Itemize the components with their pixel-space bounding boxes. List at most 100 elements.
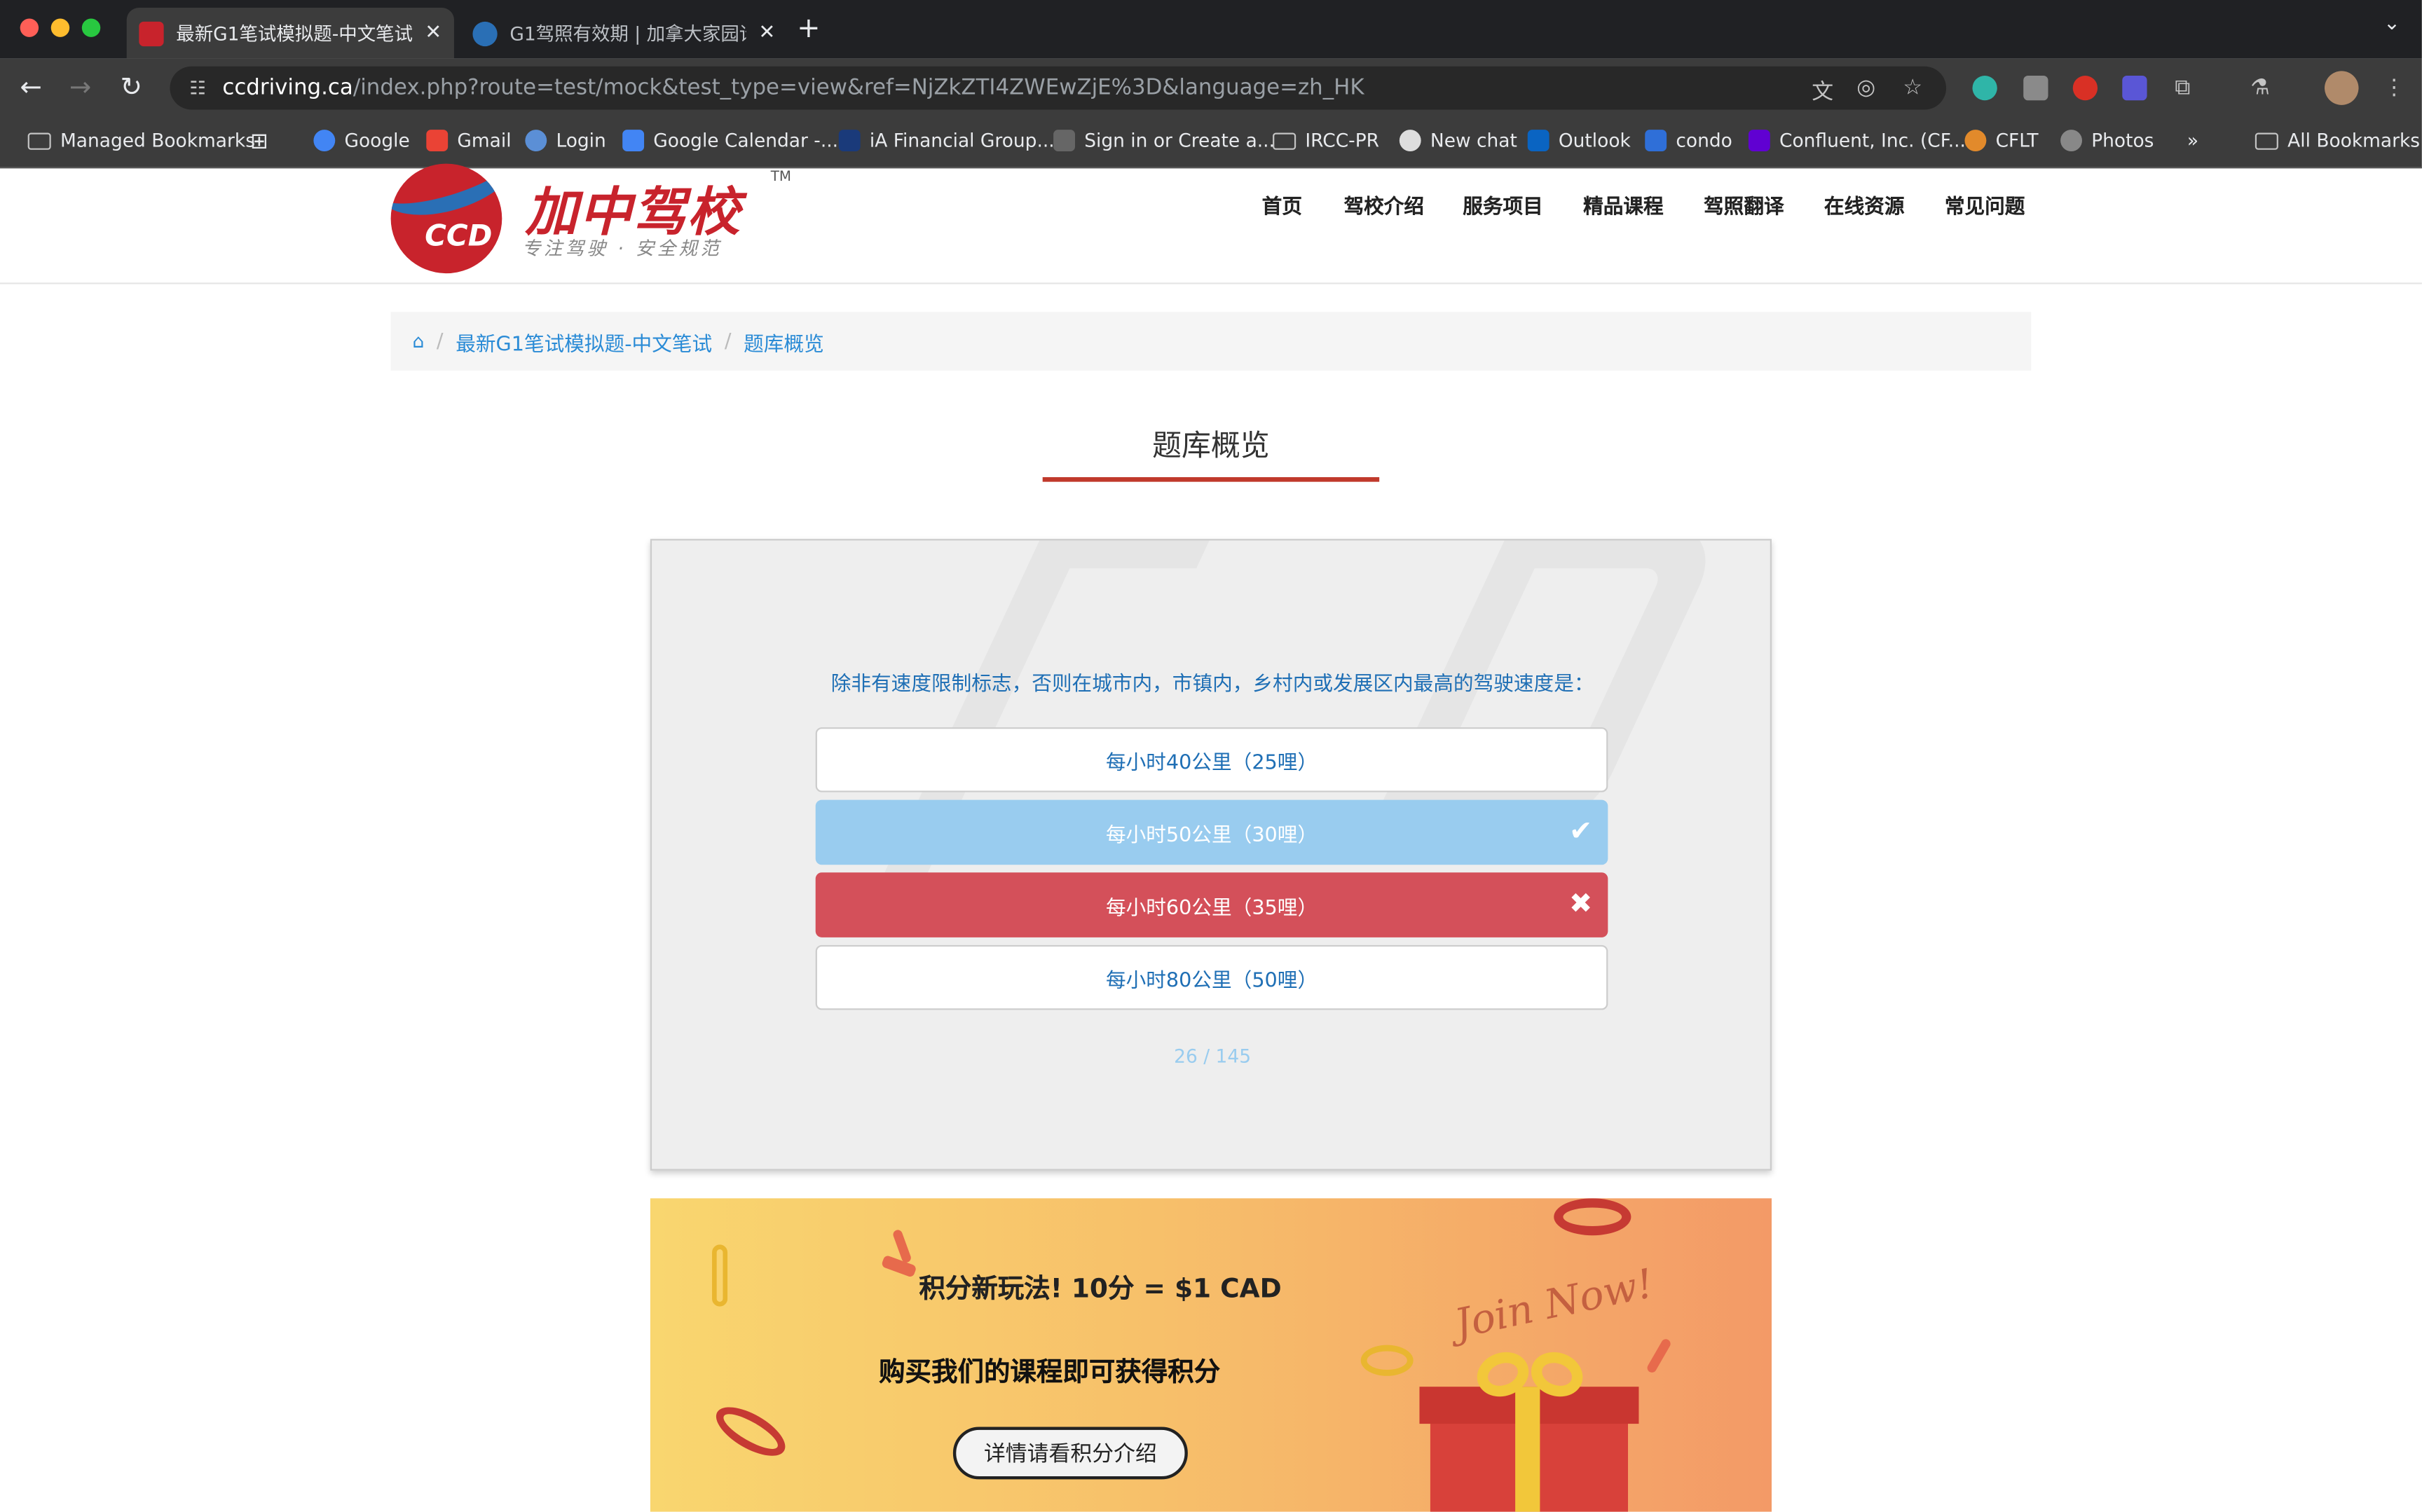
question-card: 除非有速度限制标志，否则在城市内，市镇内，乡村内或发展区内最高的驾驶速度是： 每… [650,539,1772,1171]
browser-menu-icon[interactable]: ⋮ [2383,76,2405,100]
grammar-extension-icon[interactable] [2122,75,2147,101]
camera-extension-icon[interactable] [2023,75,2048,101]
close-tab-icon[interactable]: ✕ [425,22,442,45]
confetti [880,1254,917,1278]
site-info-icon[interactable]: ☷ [185,76,210,100]
points-promo-banner[interactable]: 积分新玩法! 10分 = $1 CAD 购买我们的课程即可获得积分 详情请看积分… [650,1198,1772,1512]
forum-favicon-icon [472,20,498,46]
forward-icon[interactable]: → [65,73,96,104]
labs-flask-icon[interactable]: ⚗ [2250,76,2270,100]
bookmark-calendar[interactable]: Google Calendar -... [622,130,838,151]
extension-m-icon[interactable] [1972,75,1997,101]
answer-option-2-correct[interactable]: 每小时50公里（30哩） ✔ [815,799,1608,865]
bookmark-google[interactable]: Google [313,130,410,151]
breadcrumb-test[interactable]: 最新G1笔试模拟题-中文笔试 [456,327,712,356]
tab-strip: 最新G1笔试模拟题-中文笔试-- ✕ G1驾照有效期 | 加拿大家园论坛 ✕ +… [0,0,2422,59]
bookmark-login[interactable]: Login [525,130,606,151]
translate-icon[interactable]: 文 [1812,76,1833,106]
bookmark-managed[interactable]: Managed Bookmarks [27,130,255,151]
nav-about[interactable]: 驾校介绍 [1343,190,1424,219]
extensions-puzzle-icon[interactable]: ⧉ [2175,76,2190,100]
chat-icon [1399,130,1421,151]
bookmark-photos[interactable]: Photos [2060,130,2154,151]
adblock-extension-icon[interactable] [2072,75,2098,101]
back-icon[interactable]: ← [15,73,46,104]
ccd-logo[interactable]: CCD [390,163,502,274]
points-details-button[interactable]: 详情请看积分介绍 [952,1427,1188,1480]
login-icon [525,130,547,151]
home-icon[interactable]: ⌂ [412,331,424,352]
bookmark-confluent[interactable]: Confluent, Inc. (CF... [1748,130,1966,151]
yahoo-icon [1748,130,1770,151]
bookmark-ircc[interactable]: IRCC-PR [1273,130,1379,151]
tab-title: G1驾照有效期 | 加拿大家园论坛 [509,23,746,45]
confetti [1554,1198,1631,1236]
tab-inactive[interactable]: G1驾照有效期 | 加拿大家园论坛 ✕ [460,8,788,59]
breadcrumb: ⌂ / 最新G1笔试模拟题-中文笔试 / 题库概览 [390,312,2032,371]
all-bookmarks[interactable]: All Bookmarks [2255,130,2420,151]
cross-icon: ✖ [1569,888,1593,921]
web-page: CCD 加中驾校 TM 专注驾驶 · 安全规范 首页 驾校介绍 服务项目 精品课… [0,163,2422,1512]
question-counter: 26 / 145 [1174,1045,1252,1067]
nav-resources[interactable]: 在线资源 [1824,190,1905,219]
nav-faq[interactable]: 常见问题 [1945,190,2025,219]
folder-icon [27,132,51,149]
ccd-favicon-icon [139,20,164,46]
option-label: 每小时50公里（30哩） [1105,823,1318,847]
confetti [712,1244,728,1307]
reload-icon[interactable]: ↻ [116,73,146,104]
banner-subheadline: 购买我们的课程即可获得积分 [879,1357,1221,1389]
tab-search-chevron-icon[interactable]: ⌄ [2383,13,2400,36]
google-icon [313,130,336,151]
answer-option-4[interactable]: 每小时80公里（50哩） [815,944,1608,1010]
answer-option-3-wrong[interactable]: 每小时60公里（35哩） ✖ [815,872,1608,937]
brand-slogan: 专注驾驶 · 安全规范 [521,238,723,260]
nbc-icon [1964,130,1987,151]
bookmark-condo[interactable]: condo [1645,130,1732,151]
nav-services[interactable]: 服务项目 [1463,190,1543,219]
close-window-button[interactable] [20,18,39,37]
tab-title: 最新G1笔试模拟题-中文笔试-- [176,23,413,45]
bookmarks-overflow-icon[interactable]: » [2187,130,2198,151]
bookmarks-bar: Managed Bookmarks ⊞ Google Gmail Login G… [0,117,2422,169]
bookmark-newchat[interactable]: New chat [1399,130,1517,151]
option-label: 每小时40公里（25哩） [1105,751,1318,775]
nav-home[interactable]: 首页 [1262,190,1302,219]
bookmark-signin[interactable]: Sign in or Create a... [1053,130,1275,151]
address-bar[interactable]: ☷ ccdriving.ca/index.php?route=test/mock… [170,66,1947,110]
confetti [1646,1337,1673,1375]
trademark: TM [770,170,792,186]
minimize-window-button[interactable] [50,18,70,37]
c-icon [1645,130,1667,151]
answer-option-1[interactable]: 每小时40公里（25哩） [815,727,1608,792]
bookmark-cflt[interactable]: CFLT [1964,130,2039,151]
check-icon: ✔ [1569,815,1593,848]
close-tab-icon[interactable]: ✕ [758,22,775,45]
folder-icon [2255,132,2278,149]
maximize-window-button[interactable] [81,18,101,37]
confetti [1360,1345,1414,1376]
title-underline [1042,477,1380,482]
apps-grid-icon[interactable]: ⊞ [250,130,268,154]
bookmark-outlook[interactable]: Outlook [1527,130,1631,151]
site-header: CCD 加中驾校 TM 专注驾驶 · 安全规范 首页 驾校介绍 服务项目 精品课… [0,163,2422,284]
bookmark-gmail[interactable]: Gmail [426,130,512,151]
breadcrumb-current[interactable]: 题库概览 [744,327,824,356]
tab-active[interactable]: 最新G1笔试模拟题-中文笔试-- ✕ [126,8,454,59]
confetti [709,1397,793,1466]
bookmark-ia[interactable]: iA Financial Group... [838,130,1055,151]
photos-icon [2060,130,2082,151]
gmail-icon [426,130,449,151]
join-now-script: Join Now! [1451,1261,1658,1349]
bookmark-star-icon[interactable]: ☆ [1903,76,1922,100]
eye-slash-icon[interactable]: ◎ [1856,76,1875,100]
outlook-icon [1527,130,1549,151]
nav-courses[interactable]: 精品课程 [1583,190,1664,219]
option-label: 每小时60公里（35哩） [1105,896,1318,920]
new-tab-icon[interactable]: + [797,13,820,45]
url-path: /index.php?route=test/mock&test_type=vie… [353,75,1364,101]
profile-avatar[interactable] [2325,71,2359,105]
folder-icon [1273,132,1296,149]
nav-translation[interactable]: 驾照翻译 [1704,190,1784,219]
url-host: ccdriving.ca [222,75,353,101]
